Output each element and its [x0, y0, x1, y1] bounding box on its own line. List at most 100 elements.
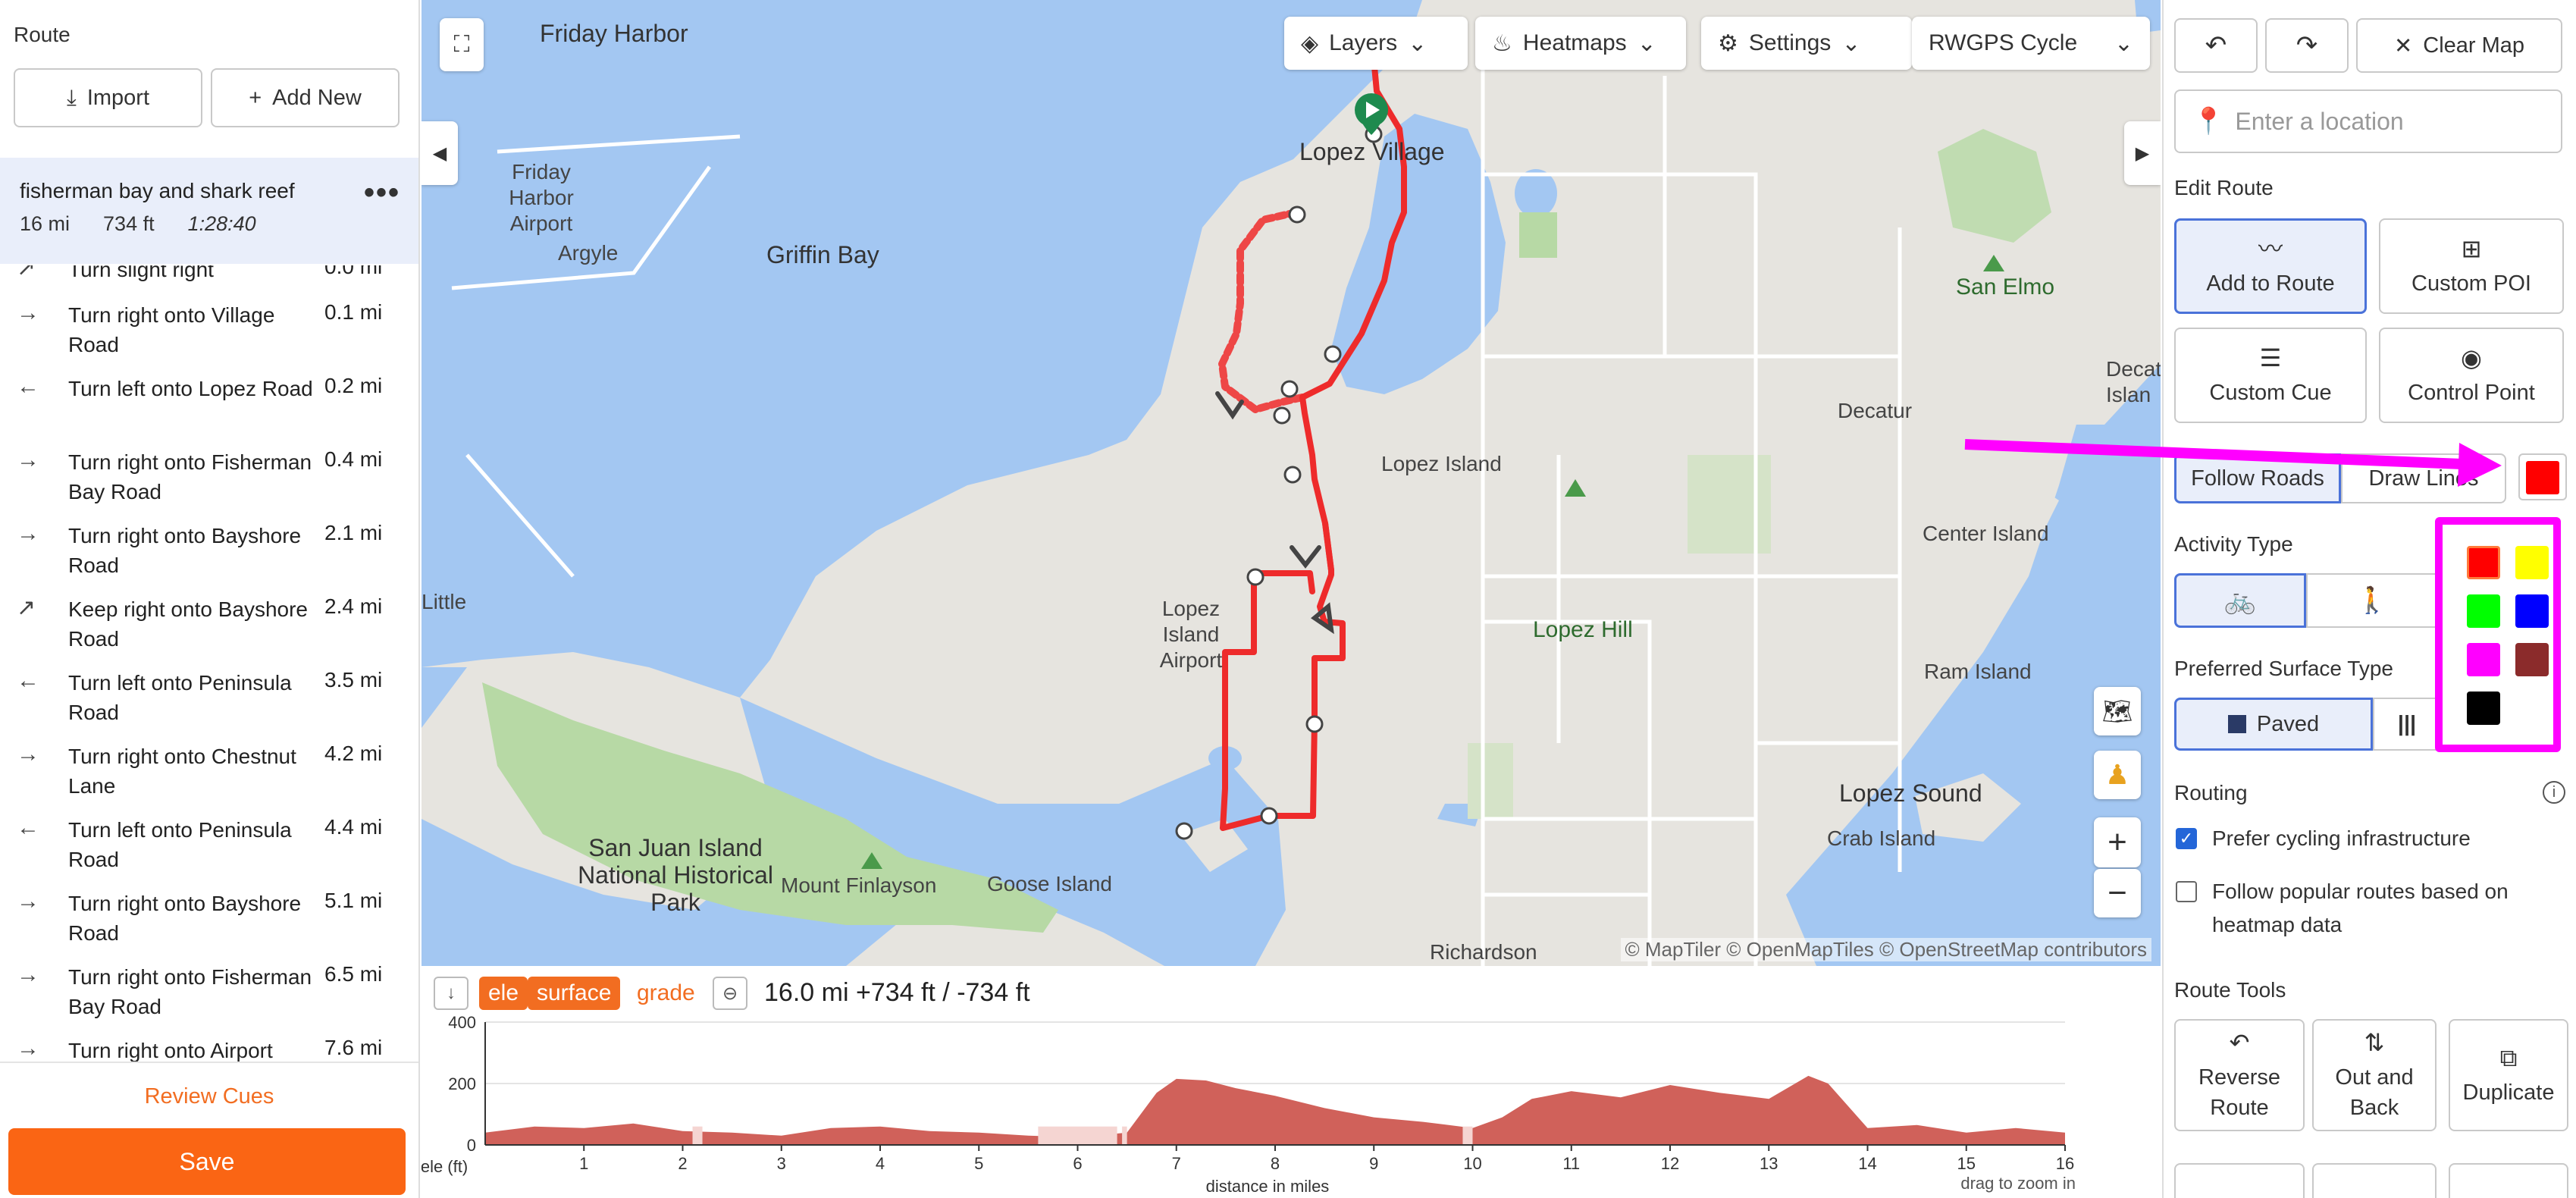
color-swatch-red[interactable] [2467, 546, 2500, 579]
clear-map-button[interactable]: ✕ Clear Map [2356, 18, 2562, 73]
cue-item[interactable]: ← Turn left onto Lopez Road 0.2 mi [0, 368, 418, 441]
zoom-out-button[interactable]: − [2094, 869, 2141, 917]
cue-distance: 2.4 mi [324, 594, 383, 618]
undo-button[interactable]: ↶ [2174, 18, 2258, 73]
collapse-elevation-button[interactable]: ↓ [434, 977, 469, 1010]
duplicate-button[interactable]: ⧉ Duplicate [2449, 1019, 2568, 1131]
turn-arrow-icon: → [17, 447, 39, 472]
collapse-right-button[interactable]: ▶ [2124, 121, 2161, 185]
elevation-area[interactable] [485, 1075, 2065, 1145]
follow-popular-checkbox[interactable] [2176, 881, 2197, 902]
cue-item[interactable]: ← Turn left onto Peninsula Road 3.5 mi [0, 662, 418, 735]
turn-arrow-icon: ← [17, 668, 39, 693]
ele-toggle[interactable]: ele [479, 977, 528, 1010]
surface-segment [1122, 1126, 1127, 1145]
map-label-decatur: Decatur [1838, 399, 1913, 422]
route-tool-button[interactable] [2174, 1163, 2305, 1198]
elevation-chart[interactable]: 40020001 2 3 4 5 6 7 8 9 10 11 12 13 14 15 16distance i… [421, 1016, 2161, 1195]
cue-item[interactable]: ← Turn left onto Peninsula Road 4.4 mi [0, 809, 418, 883]
cue-distance: 4.2 mi [324, 742, 383, 765]
y-axis-label: ele (ft) [421, 1157, 468, 1176]
map-info-icon: 🗺 [2101, 698, 2133, 725]
info-icon[interactable]: i [2543, 781, 2565, 804]
map-view[interactable]: Friday Harbor Friday Harbor Airport Argy… [421, 0, 2161, 966]
map-label-argyle: Argyle [558, 241, 619, 265]
cue-item[interactable]: → Turn right onto Airport 7.6 mi [0, 1030, 418, 1062]
reverse-route-button[interactable]: ↶ Reverse Route [2174, 1019, 2305, 1131]
map-label-lopez-village: Lopez Village [1299, 138, 1445, 165]
location-input[interactable]: Enter a location [2235, 108, 2403, 136]
map-label-crab-island: Crab Island [1827, 826, 1936, 850]
cue-text: Turn left onto Lopez Road [68, 377, 313, 400]
surface-unpaved-toggle[interactable]: ||| [2373, 698, 2441, 751]
surface-segment [1038, 1126, 1117, 1145]
surface-paved-toggle[interactable]: Paved [2174, 698, 2373, 751]
map-attribution[interactable]: © MapTiler © OpenMapTiles © OpenStreetMa… [1620, 938, 2151, 961]
cue-item[interactable]: → Turn right onto Fisherman Bay Road 0.4 m… [0, 441, 418, 515]
surface-toggle[interactable]: surface [528, 977, 621, 1010]
settings-button[interactable]: ⚙ Settings ⌄ [1701, 17, 1912, 70]
cue-item[interactable]: → Turn right onto Bayshore Road 5.1 mi [0, 883, 418, 956]
cue-item[interactable]: → Turn right onto Bayshore Road 2.1 mi [0, 515, 418, 588]
route-tool-button[interactable] [2449, 1163, 2568, 1198]
route-card[interactable] [0, 158, 418, 264]
reverse-icon: ↶ [2229, 1029, 2250, 1056]
fullscreen-button[interactable]: ⛶ [440, 18, 484, 71]
street-view-button[interactable]: ♟ [2094, 751, 2141, 799]
add-new-button[interactable]: + Add New [211, 68, 400, 127]
cue-distance: 6.5 mi [324, 962, 383, 986]
redo-button[interactable]: ↷ [2265, 18, 2349, 73]
color-swatch-yellow[interactable] [2515, 546, 2549, 579]
route-more-menu-icon[interactable]: ••• [364, 176, 400, 210]
color-swatch-green[interactable] [2467, 594, 2500, 628]
route-section-label: Route [14, 23, 71, 46]
route-stats: 16 mi 734 ft 1:28:40 [20, 212, 256, 236]
activity-type-label: Activity Type [2174, 532, 2293, 556]
heatmaps-button[interactable]: ♨ Heatmaps ⌄ [1475, 17, 1686, 70]
review-cues-button[interactable]: Review Cues [0, 1062, 418, 1130]
fullscreen-icon: ⛶ [453, 32, 470, 57]
draw-lines-toggle[interactable]: Draw Lines [2341, 453, 2506, 503]
zoom-in-button[interactable]: + [2094, 817, 2141, 867]
cue-item[interactable]: → Turn right onto Chestnut Lane 4.2 mi [0, 735, 418, 809]
zoom-out-chart-button[interactable]: ⊖ [713, 977, 747, 1010]
map-canvas[interactable] [421, 0, 2161, 966]
pegman-icon: ♟ [2104, 759, 2130, 790]
activity-walking-toggle[interactable]: 🚶 [2306, 573, 2438, 628]
map-label-decatur-island: Decat Islan [2106, 357, 2161, 406]
cue-text: Keep right onto Bayshore Road [68, 597, 308, 651]
cue-item[interactable]: → Turn right onto Village Road 0.1 mi [0, 294, 418, 368]
color-swatch-black[interactable] [2467, 692, 2500, 725]
follow-roads-toggle[interactable]: Follow Roads [2174, 453, 2341, 503]
custom-poi-button[interactable]: ⊞ Custom POI [2379, 218, 2564, 314]
color-swatch-brown[interactable] [2515, 643, 2549, 676]
cue-distance: 2.1 mi [324, 521, 383, 544]
plus-icon: + [2107, 823, 2127, 861]
cue-distance: 4.4 mi [324, 815, 383, 839]
paved-square-icon [2227, 715, 2246, 733]
custom-cue-button[interactable]: ☰ Custom Cue [2174, 328, 2367, 423]
map-legend-button[interactable]: 🗺 [2094, 687, 2141, 735]
out-and-back-button[interactable]: ⇅ Out and Back [2312, 1019, 2437, 1131]
basemap-select[interactable]: RWGPS Cycle ⌄ [1912, 17, 2150, 70]
route-color-button[interactable] [2518, 453, 2567, 500]
cue-item[interactable]: → Turn right onto Fisherman Bay Road 6.5 m… [0, 956, 418, 1030]
layers-button[interactable]: ◈ Layers ⌄ [1284, 17, 1468, 70]
control-point-button[interactable]: ◉ Control Point [2379, 328, 2564, 423]
x-tick-label: 2 [678, 1154, 687, 1173]
turn-arrow-icon: ← [17, 374, 39, 399]
import-button[interactable]: ⤓ Import [14, 68, 202, 127]
route-tool-button[interactable] [2312, 1163, 2437, 1198]
routing-label: Routing [2174, 781, 2248, 804]
location-search[interactable]: 📍 Enter a location [2174, 89, 2562, 153]
map-label-lopez-hill: Lopez Hill [1533, 617, 1633, 642]
cue-item[interactable]: ↗ Keep right onto Bayshore Road 2.4 mi [0, 588, 418, 662]
prefer-cycling-checkbox[interactable]: ✓ [2176, 828, 2197, 849]
add-to-route-button[interactable]: 〰 Add to Route [2174, 218, 2367, 314]
activity-cycling-toggle[interactable]: 🚲 [2174, 573, 2306, 628]
grade-toggle[interactable]: grade [637, 977, 695, 1010]
color-swatch-magenta[interactable] [2467, 643, 2500, 676]
color-swatch-blue[interactable] [2515, 594, 2549, 628]
save-button[interactable]: Save [8, 1128, 406, 1195]
collapse-left-button[interactable]: ◀ [421, 121, 458, 185]
